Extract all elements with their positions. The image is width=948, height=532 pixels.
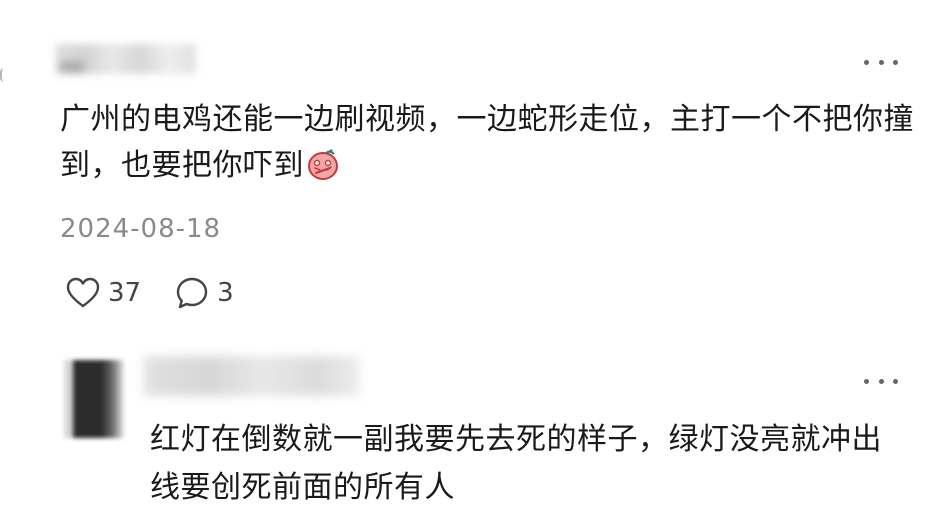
- speech-bubble-icon: [176, 277, 208, 309]
- comment-item: 广州的电鸡还能一边刷视频，一边蛇形走位，主打一个不把你撞到，也要把你吓到 202…: [0, 0, 948, 330]
- edge-marker: [0, 68, 8, 82]
- more-dots-icon[interactable]: [864, 371, 898, 391]
- avatar[interactable]: [64, 360, 124, 438]
- comment-item: 红灯在倒数就一副我要先去死的样子，绿灯没亮就冲出线要创死前面的所有人: [0, 330, 948, 532]
- scared-face-emoji: [308, 149, 338, 180]
- comment-text-content: 广州的电鸡还能一边刷视频，一边蛇形走位，主打一个不把你撞到，也要把你吓到: [60, 102, 914, 183]
- comment-actions: 37 3: [66, 274, 234, 312]
- comment-text: 红灯在倒数就一副我要先去死的样子，绿灯没亮就冲出线要创死前面的所有人: [150, 422, 882, 505]
- reply-count: 3: [217, 278, 234, 308]
- like-count: 37: [108, 278, 142, 308]
- comment-date: 2024-08-18: [60, 214, 222, 244]
- reply-button[interactable]: 3: [175, 276, 234, 310]
- more-dots-icon[interactable]: [864, 52, 898, 72]
- username-blurred[interactable]: [144, 356, 360, 396]
- like-button[interactable]: 37: [66, 277, 141, 309]
- username-blurred[interactable]: [56, 44, 196, 74]
- heart-outline-icon: [66, 277, 100, 308]
- comment-text: 广州的电鸡还能一边刷视频，一边蛇形走位，主打一个不把你撞到，也要把你吓到: [60, 97, 920, 189]
